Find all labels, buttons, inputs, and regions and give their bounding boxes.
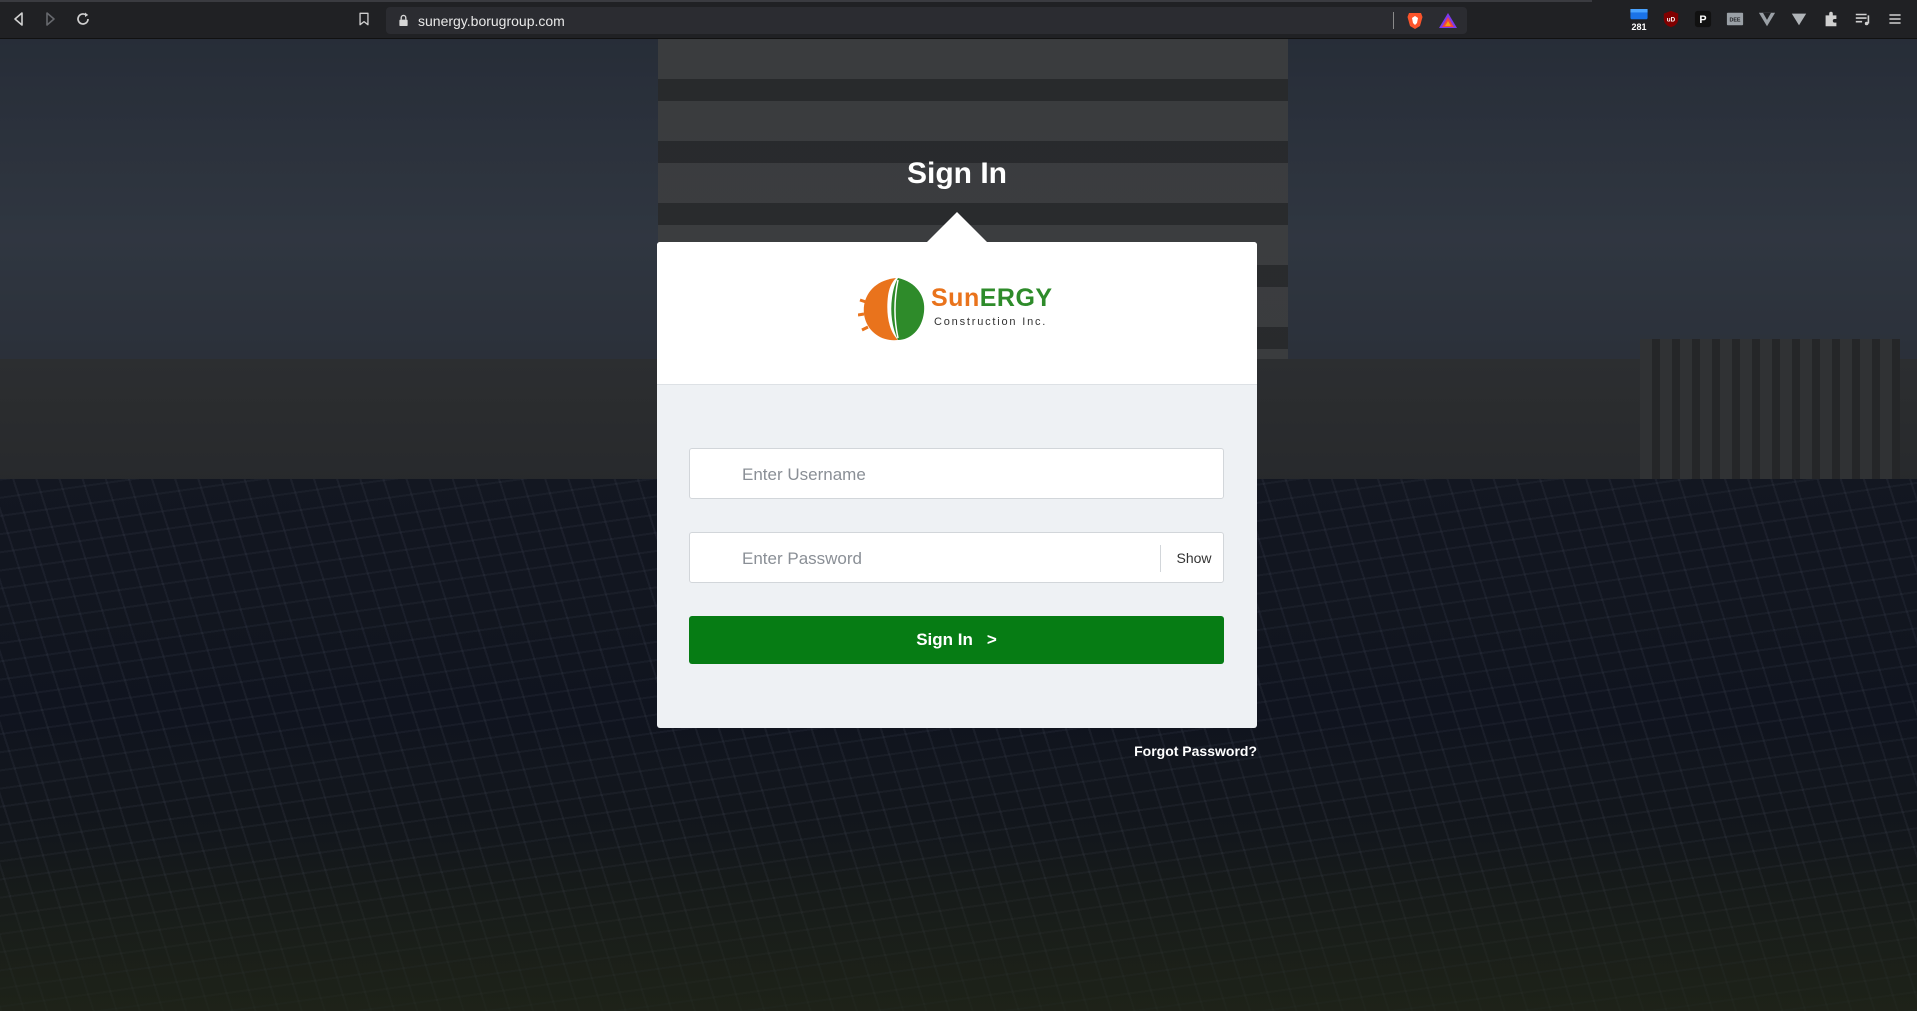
svg-text:P: P [1699, 14, 1706, 26]
username-field[interactable] [689, 448, 1224, 500]
extension-badge-count: 281 [1629, 22, 1649, 32]
calendar-extension-icon[interactable]: 281 [1629, 9, 1649, 32]
dee-extension-icon[interactable]: DEE [1725, 9, 1745, 29]
sunergy-leaf-icon [857, 278, 925, 341]
v-extension-icon[interactable] [1789, 9, 1809, 29]
brave-shields-icon[interactable] [1405, 10, 1425, 30]
sign-in-button[interactable]: Sign In > [689, 616, 1224, 664]
sign-in-label: Sign In [916, 630, 973, 649]
vue-devtools-icon[interactable] [1757, 9, 1777, 29]
ublock-origin-icon[interactable]: uD [1661, 9, 1681, 29]
playlist-icon[interactable] [1853, 9, 1873, 29]
show-divider [1160, 545, 1161, 572]
login-card: SunERGY Construction Inc. Show Sign In > [657, 242, 1257, 728]
username-input[interactable] [740, 449, 1214, 500]
reload-button[interactable] [72, 8, 94, 30]
reload-icon [77, 12, 89, 25]
chevron-right-icon: > [986, 630, 997, 649]
back-button[interactable] [8, 8, 30, 30]
show-password-button[interactable]: Show [1169, 533, 1219, 582]
svg-text:uD: uD [1667, 17, 1676, 24]
bookmark-button[interactable] [354, 9, 374, 29]
tab-strip [0, 0, 1592, 2]
svg-text:DEE: DEE [1729, 18, 1740, 24]
password-field[interactable]: Show [689, 532, 1224, 584]
url-text[interactable]: sunergy.borugroup.com [418, 13, 565, 29]
browser-toolbar: sunergy.borugroup.com 281 uD P DEE [0, 0, 1917, 39]
back-icon [14, 12, 23, 26]
card-header: SunERGY Construction Inc. [657, 242, 1257, 385]
address-bar[interactable]: sunergy.borugroup.com [386, 7, 1467, 34]
forward-button[interactable] [39, 8, 61, 30]
brave-rewards-icon[interactable] [1438, 11, 1458, 31]
card-pointer [927, 212, 987, 242]
password-input[interactable] [740, 533, 1154, 584]
menu-icon[interactable] [1885, 9, 1905, 29]
login-page: Sign In SunERGY Construction Inc. Show [0, 39, 1917, 1011]
forward-icon [46, 12, 55, 26]
logo-wordmark: SunERGY [931, 284, 1053, 312]
forgot-password-link[interactable]: Forgot Password? [1100, 743, 1257, 759]
bookmark-icon [359, 12, 369, 26]
address-bar-divider [1393, 12, 1394, 29]
p-extension-icon[interactable]: P [1693, 9, 1713, 29]
lock-icon [398, 14, 410, 28]
page-title: Sign In [907, 157, 1007, 190]
company-logo: SunERGY Construction Inc. [857, 272, 1058, 348]
puzzle-extensions-icon[interactable] [1821, 9, 1841, 29]
logo-subtitle: Construction Inc. [934, 316, 1048, 328]
